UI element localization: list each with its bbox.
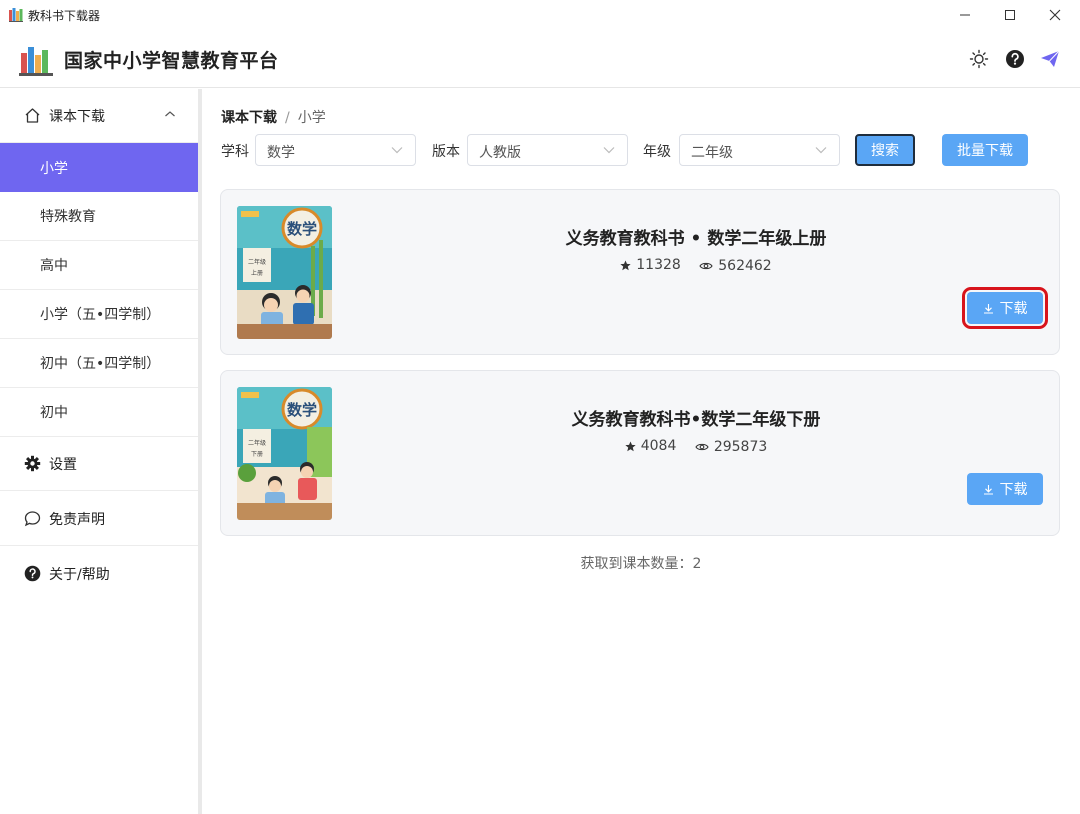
sidebar-item-label: 免责声明 bbox=[49, 511, 105, 528]
download-label: 下载 bbox=[999, 482, 1028, 498]
edition-select[interactable]: 人教版 bbox=[467, 134, 628, 166]
minimize-icon bbox=[960, 14, 970, 16]
cover-subject-text: 数学 bbox=[287, 401, 317, 419]
app-header: 国家中小学智慧教育平台 bbox=[0, 30, 1080, 88]
book-cover: 数学 二年级 下册 bbox=[237, 387, 332, 520]
view-count-value: 295873 bbox=[713, 438, 768, 455]
download-button[interactable]: 下载 bbox=[962, 287, 1048, 329]
feedback-button[interactable] bbox=[1039, 48, 1061, 70]
search-button[interactable]: 搜索 bbox=[855, 134, 915, 166]
sidebar-item-special-education[interactable]: 特殊教育 bbox=[0, 192, 198, 241]
theme-toggle-button[interactable] bbox=[968, 48, 990, 70]
help-icon bbox=[24, 565, 41, 582]
sidebar-item-settings[interactable]: 设置 bbox=[0, 437, 198, 491]
sidebar: 课本下载 小学 特殊教育 高中 小学（五•四学制） 初中（五•四学制） 初中 设… bbox=[0, 89, 198, 814]
book-card: 数学 二年级 上册 义务教育教科书 • 数学二年级上册 11328 562462… bbox=[220, 189, 1060, 355]
send-icon bbox=[1041, 50, 1060, 67]
grade-label: 年级 bbox=[643, 144, 671, 160]
sidebar-group-label: 课本下载 bbox=[49, 108, 105, 125]
sidebar-item-junior[interactable]: 初中 bbox=[0, 388, 198, 437]
sidebar-item-label: 小学 bbox=[40, 160, 68, 177]
breadcrumb-root[interactable]: 课本下载 bbox=[221, 110, 277, 126]
sidebar-item-label: 初中 bbox=[40, 405, 68, 421]
eye-icon bbox=[695, 443, 709, 450]
sidebar-item-label: 初中（五•四学制） bbox=[40, 356, 161, 372]
view-count-value: 562462 bbox=[718, 257, 772, 274]
sidebar-item-primary[interactable]: 小学 bbox=[0, 143, 198, 192]
book-cover-illustration: 数学 二年级 下册 bbox=[237, 387, 332, 520]
star-icon bbox=[620, 259, 631, 270]
book-cover: 数学 二年级 上册 bbox=[237, 206, 332, 339]
breadcrumb: 课本下载 / 小学 bbox=[221, 107, 326, 127]
star-count-value: 11328 bbox=[636, 257, 681, 273]
books-logo-icon bbox=[19, 47, 53, 76]
window-titlebar: 教科书下载器 bbox=[0, 0, 1080, 30]
close-icon bbox=[1049, 9, 1061, 21]
gear-icon bbox=[24, 455, 41, 472]
breadcrumb-current: 小学 bbox=[297, 110, 326, 126]
close-button[interactable] bbox=[1032, 0, 1078, 30]
download-button[interactable]: 下载 bbox=[967, 473, 1043, 505]
maximize-icon bbox=[1005, 10, 1015, 20]
result-count: 获取到课本数量：2 bbox=[580, 556, 702, 572]
books-app-icon bbox=[9, 8, 23, 22]
sidebar-item-disclaimer[interactable]: 免责声明 bbox=[0, 492, 198, 546]
sidebar-item-label: 小学（五•四学制） bbox=[40, 307, 161, 323]
sidebar-item-about[interactable]: 关于/帮助 bbox=[0, 547, 198, 601]
main-content: 课本下载 / 小学 学科 数学 版本 人教版 年级 二年级 搜索 批量下载 数学 二… bbox=[202, 89, 1080, 814]
home-icon bbox=[25, 108, 40, 123]
cover-grade-text: 二年级 bbox=[248, 439, 266, 447]
maximize-button[interactable] bbox=[987, 0, 1033, 30]
book-title: 义务教育教科书 • 数学二年级上册 bbox=[565, 229, 827, 249]
download-icon bbox=[983, 303, 993, 314]
cover-grade-text: 二年级 bbox=[248, 258, 266, 266]
sun-icon bbox=[969, 49, 989, 69]
sidebar-item-junior-54[interactable]: 初中（五•四学制） bbox=[0, 339, 198, 388]
chevron-down-icon bbox=[815, 147, 827, 154]
chevron-down-icon bbox=[391, 147, 403, 154]
subject-label: 学科 bbox=[221, 144, 249, 160]
edition-value: 人教版 bbox=[479, 145, 521, 161]
view-count: 562462 bbox=[699, 257, 772, 274]
book-title: 义务教育教科书•数学二年级下册 bbox=[571, 410, 821, 430]
sidebar-item-label: 高中 bbox=[40, 258, 68, 274]
sidebar-item-label: 关于/帮助 bbox=[49, 567, 110, 583]
chevron-down-icon bbox=[603, 147, 615, 154]
window-title: 教科书下载器 bbox=[28, 9, 101, 23]
breadcrumb-separator: / bbox=[285, 110, 290, 126]
subject-value: 数学 bbox=[267, 145, 295, 161]
download-icon bbox=[983, 484, 993, 495]
grade-value: 二年级 bbox=[691, 145, 733, 161]
sidebar-item-high-school[interactable]: 高中 bbox=[0, 241, 198, 290]
star-count: 4084 bbox=[625, 438, 677, 454]
book-cover-illustration: 数学 二年级 上册 bbox=[237, 206, 332, 339]
help-button[interactable] bbox=[1004, 48, 1026, 70]
download-label: 下载 bbox=[999, 301, 1028, 317]
batch-download-button[interactable]: 批量下载 bbox=[942, 134, 1028, 166]
minimize-button[interactable] bbox=[942, 0, 988, 30]
chevron-up-icon bbox=[165, 111, 175, 117]
book-stats: 11328 562462 bbox=[351, 257, 1041, 275]
help-icon bbox=[1006, 50, 1024, 68]
star-count: 11328 bbox=[620, 257, 681, 273]
brand-title: 国家中小学智慧教育平台 bbox=[64, 50, 279, 72]
edition-label: 版本 bbox=[432, 144, 460, 160]
cover-volume-text: 下册 bbox=[251, 451, 263, 458]
book-card: 数学 二年级 下册 义务教育教科书•数学二年级下册 4084 295873 下载 bbox=[220, 370, 1060, 536]
sidebar-item-label: 特殊教育 bbox=[40, 209, 96, 225]
grade-select[interactable]: 二年级 bbox=[679, 134, 840, 166]
sidebar-group-textbook-download[interactable]: 课本下载 bbox=[0, 89, 198, 143]
sidebar-item-primary-54[interactable]: 小学（五•四学制） bbox=[0, 290, 198, 339]
eye-icon bbox=[699, 262, 713, 269]
star-icon bbox=[625, 440, 636, 451]
sidebar-item-label: 设置 bbox=[49, 456, 77, 473]
subject-select[interactable]: 数学 bbox=[255, 134, 416, 166]
chat-icon bbox=[24, 511, 41, 527]
book-stats: 4084 295873 bbox=[351, 438, 1041, 456]
view-count: 295873 bbox=[695, 439, 767, 455]
cover-volume-text: 上册 bbox=[251, 269, 263, 277]
cover-subject-text: 数学 bbox=[287, 220, 317, 238]
star-count-value: 4084 bbox=[640, 438, 677, 454]
